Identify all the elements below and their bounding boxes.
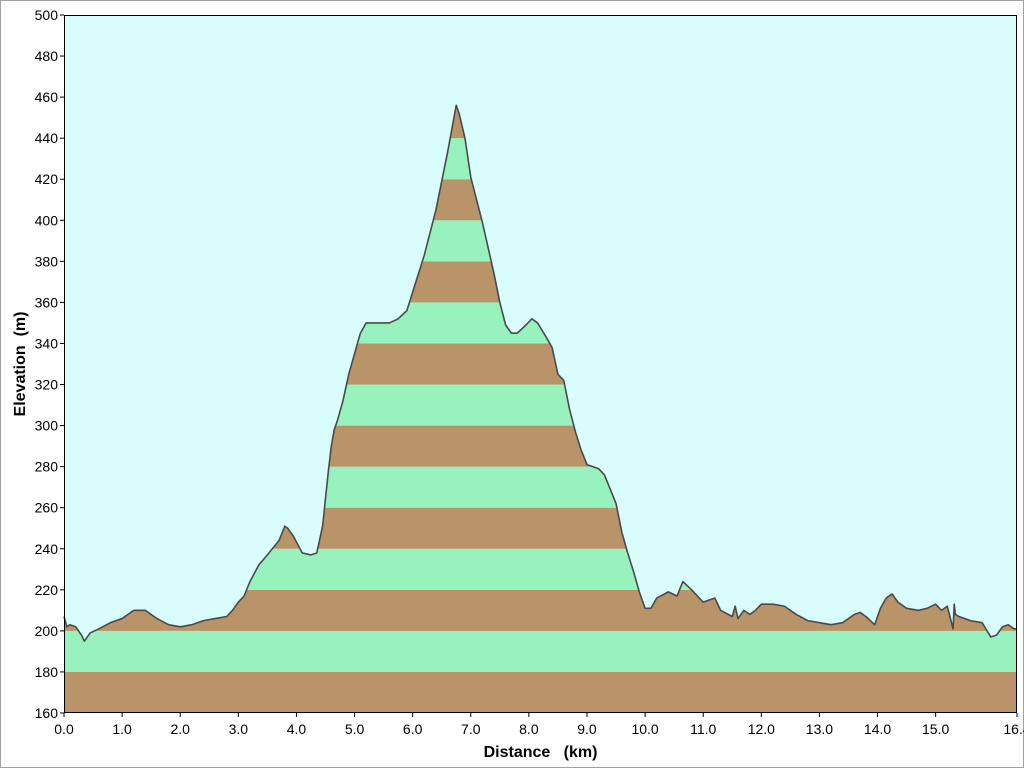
y-tick-label: 360	[35, 294, 59, 310]
elevation-band	[64, 630, 1017, 672]
x-tick-label: 14.0	[864, 721, 891, 737]
x-tick-label: 10.0	[631, 721, 658, 737]
x-tick-label: 13.0	[806, 721, 833, 737]
y-tick-label: 180	[35, 664, 59, 680]
x-tick-label: 0.0	[54, 721, 74, 737]
x-tick-label: 4.0	[287, 721, 307, 737]
y-tick-label: 280	[35, 459, 59, 475]
x-tick-label: 8.0	[519, 721, 539, 737]
x-tick-label: 3.0	[229, 721, 249, 737]
y-tick-label: 380	[35, 253, 59, 269]
chart-frame: 160 180 200 220 240 260 280 300 320 340 360 380 400 4…	[0, 0, 1024, 768]
y-tick-label: 260	[35, 500, 59, 516]
x-tick-label: 15.0	[922, 721, 949, 737]
x-tick-label: 16.4	[1003, 721, 1024, 737]
y-tick-label: 200	[35, 623, 59, 639]
x-tick-label: 7.0	[461, 721, 481, 737]
elevation-band	[64, 671, 1017, 713]
y-tick-label: 340	[35, 335, 59, 351]
y-axis-title: Elevation (m)	[12, 312, 29, 417]
x-axis: 0.0 1.0 2.0 3.0 4.0 5.0 6.0 7.0 8.0 9.0 10.0 11.0 12…	[54, 713, 1024, 737]
x-axis-title: Distance (km)	[484, 744, 598, 761]
y-tick-label: 400	[35, 212, 59, 228]
y-tick-label: 460	[35, 89, 59, 105]
elevation-profile-chart: 160 180 200 220 240 260 280 300 320 340 360 380 400 4…	[12, 7, 1024, 761]
y-tick-label: 220	[35, 582, 59, 598]
y-tick-label: 240	[35, 541, 59, 557]
x-tick-label: 11.0	[690, 721, 716, 737]
x-tick-label: 2.0	[170, 721, 190, 737]
x-tick-label: 12.0	[748, 721, 775, 737]
x-tick-label: 5.0	[345, 721, 365, 737]
y-tick-label: 440	[35, 130, 59, 146]
y-tick-label: 160	[35, 705, 59, 721]
y-axis: 160 180 200 220 240 260 280 300 320 340 360 380 400 4…	[35, 7, 64, 721]
y-tick-label: 480	[35, 48, 59, 64]
y-tick-label: 320	[35, 377, 59, 393]
y-tick-label: 500	[35, 7, 59, 23]
x-tick-label: 6.0	[403, 721, 423, 737]
x-tick-label: 9.0	[577, 721, 597, 737]
y-tick-label: 300	[35, 418, 59, 434]
y-tick-label: 420	[35, 171, 59, 187]
x-tick-label: 1.0	[112, 721, 132, 737]
